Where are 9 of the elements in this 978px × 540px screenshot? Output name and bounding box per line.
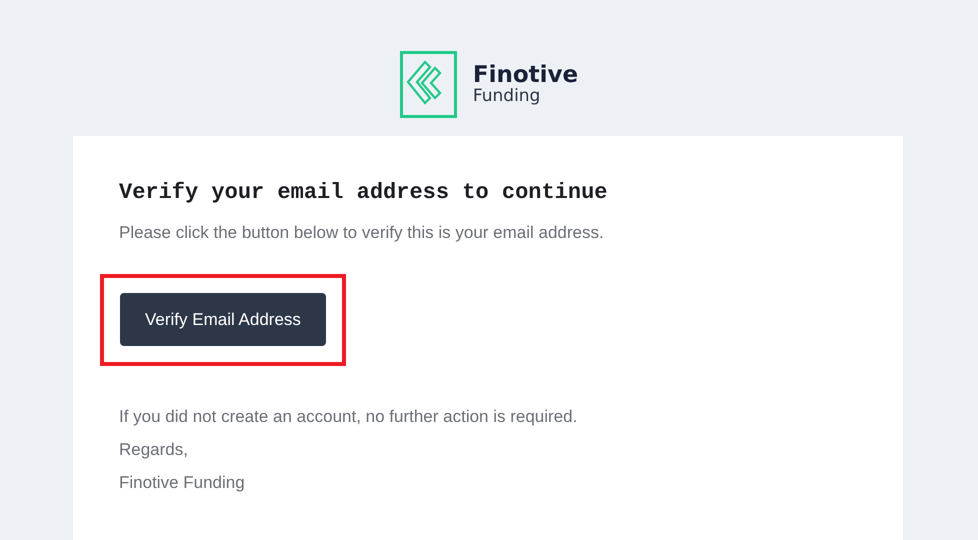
body-text: Finotive Funding [119,472,246,494]
logo-icon [400,50,457,118]
brand-name: Finotive [472,62,578,87]
body-text: If you did not create an account, no further action is required. [119,406,578,428]
intro-text: Please click the button below to verify this is your email address. [119,222,605,244]
verify-email-button[interactable]: Verify Email Address [120,292,326,346]
body-text: Regards, [119,439,189,462]
email-heading: Verify your email address to continue [119,180,608,206]
brand-subtitle: Funding [472,86,542,106]
